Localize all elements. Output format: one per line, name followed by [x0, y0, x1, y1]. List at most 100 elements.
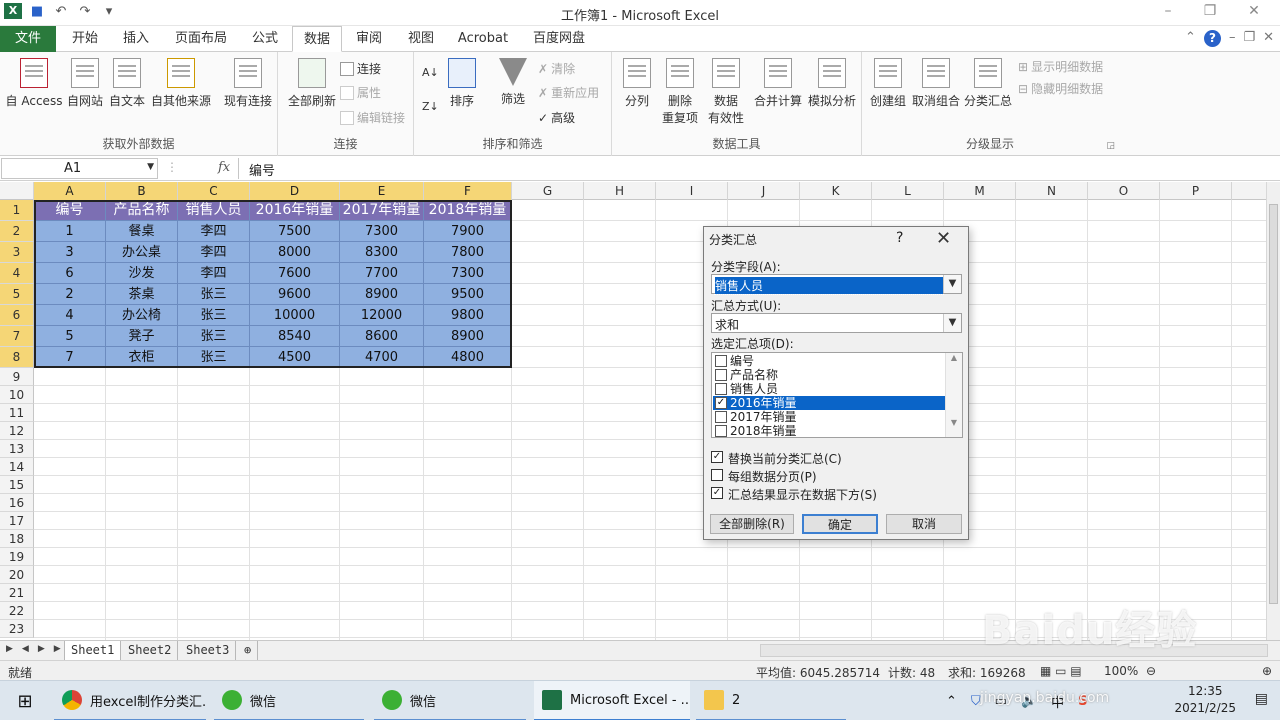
tab-acrobat[interactable]: Acrobat	[452, 26, 514, 52]
ungroup-button[interactable]: 取消组合	[910, 58, 962, 109]
workbook-close-icon[interactable]: ✕	[1263, 30, 1274, 47]
zoom-level[interactable]: 100%	[1104, 664, 1138, 678]
row-header[interactable]: 21	[0, 584, 34, 602]
last-sheet-icon[interactable]: ▶	[54, 644, 61, 654]
tab-file[interactable]: 文件	[0, 26, 56, 52]
table-cell[interactable]: 8540	[250, 326, 340, 347]
table-cell[interactable]: 张三	[178, 326, 250, 347]
close-button[interactable]: ✕	[1240, 3, 1268, 19]
column-header[interactable]: K	[800, 182, 872, 200]
subtotal-item[interactable]: 2017年销量	[713, 410, 945, 424]
insert-function-icon[interactable]: fx	[218, 160, 230, 175]
select-all-corner[interactable]	[0, 182, 34, 200]
from-other-sources-button[interactable]: 自其他来源	[148, 58, 214, 109]
zoom-in-icon[interactable]: ⊕	[1262, 664, 1272, 678]
table-cell[interactable]: 7800	[424, 242, 512, 263]
table-cell[interactable]: 8600	[340, 326, 424, 347]
table-cell[interactable]: 张三	[178, 305, 250, 326]
dialog-close-button[interactable]: ✕	[936, 228, 951, 249]
row-header[interactable]: 1	[0, 200, 34, 221]
row-header[interactable]: 12	[0, 422, 34, 440]
dialog-help-button[interactable]: ?	[896, 230, 903, 246]
row-header[interactable]: 6	[0, 305, 34, 326]
name-box[interactable]: A1 ▼	[1, 158, 158, 179]
tab-page-layout[interactable]: 页面布局	[166, 26, 236, 52]
sort-button[interactable]: 排序	[444, 58, 480, 109]
column-header[interactable]: P	[1160, 182, 1232, 200]
restore-button[interactable]: ❐	[1196, 3, 1224, 19]
chevron-down-icon[interactable]: ▼	[943, 275, 961, 293]
table-cell[interactable]: 7300	[424, 263, 512, 284]
row-header[interactable]: 14	[0, 458, 34, 476]
chevron-down-icon[interactable]: ▼	[943, 314, 961, 332]
from-web-button[interactable]: 自网站	[62, 58, 108, 109]
row-header[interactable]: 19	[0, 548, 34, 566]
tab-formulas[interactable]: 公式	[242, 26, 288, 52]
what-if-analysis-button[interactable]: 模拟分析	[804, 58, 860, 109]
row-header[interactable]: 2	[0, 221, 34, 242]
table-cell[interactable]: 7700	[340, 263, 424, 284]
subtotal-method-select[interactable]: 求和 ▼	[711, 313, 962, 333]
row-header[interactable]: 23	[0, 620, 34, 638]
next-sheet-icon[interactable]: ▶	[38, 644, 45, 654]
table-cell[interactable]: 餐桌	[106, 221, 178, 242]
table-header-cell[interactable]: 2018年销量	[424, 200, 512, 221]
row-header[interactable]: 3	[0, 242, 34, 263]
page-break-checkbox[interactable]: 每组数据分页(P)	[711, 468, 817, 485]
table-cell[interactable]: 8900	[340, 284, 424, 305]
column-header[interactable]: O	[1088, 182, 1160, 200]
column-header[interactable]: B	[106, 182, 178, 200]
table-cell[interactable]: 2	[34, 284, 106, 305]
clear-filter-button[interactable]: ✗ 清除	[538, 60, 575, 77]
formula-input[interactable]: 编号	[238, 158, 1266, 179]
tab-data[interactable]: 数据	[292, 26, 342, 52]
checkbox-icon[interactable]: ✓	[715, 397, 727, 409]
reapply-button[interactable]: ✗ 重新应用	[538, 84, 599, 101]
collapse-ribbon-icon[interactable]: ⌃	[1185, 30, 1196, 47]
row-header[interactable]: 13	[0, 440, 34, 458]
table-cell[interactable]: 李四	[178, 221, 250, 242]
subtotal-item[interactable]: ✓ 2016年销量	[713, 396, 945, 410]
subtotal-item[interactable]: 编号	[713, 354, 945, 368]
column-header[interactable]: J	[728, 182, 800, 200]
row-header[interactable]: 10	[0, 386, 34, 404]
table-cell[interactable]: 12000	[340, 305, 424, 326]
table-cell[interactable]: 7300	[340, 221, 424, 242]
subtotal-field-select[interactable]: 销售人员 ▼	[711, 274, 962, 295]
subtotal-item[interactable]: 销售人员	[713, 382, 945, 396]
table-cell[interactable]: 9500	[424, 284, 512, 305]
connections-button[interactable]: 连接	[340, 60, 381, 77]
consolidate-button[interactable]: 合并计算	[752, 58, 804, 109]
table-cell[interactable]: 7500	[250, 221, 340, 242]
new-sheet-icon[interactable]: ⊕	[238, 641, 259, 660]
table-cell[interactable]: 4800	[424, 347, 512, 368]
taskbar-wechat-1[interactable]: 微信	[214, 681, 364, 720]
checkbox-icon[interactable]	[715, 383, 727, 395]
table-cell[interactable]: 9800	[424, 305, 512, 326]
column-header[interactable]: C	[178, 182, 250, 200]
clock[interactable]: 12:35 2021/2/25	[1174, 683, 1236, 717]
hide-detail-button[interactable]: ⊟ 隐藏明细数据	[1018, 80, 1103, 97]
summary-below-checkbox[interactable]: ✓ 汇总结果显示在数据下方(S)	[711, 486, 877, 503]
show-detail-button[interactable]: ⊞ 显示明细数据	[1018, 58, 1103, 75]
table-cell[interactable]: 张三	[178, 347, 250, 368]
row-header[interactable]: 17	[0, 512, 34, 530]
table-cell[interactable]: 6	[34, 263, 106, 284]
table-cell[interactable]: 8000	[250, 242, 340, 263]
help-icon[interactable]: ?	[1203, 30, 1221, 47]
table-cell[interactable]: 3	[34, 242, 106, 263]
sheet-tab-sheet3[interactable]: Sheet3	[180, 641, 237, 660]
column-header[interactable]: E	[340, 182, 424, 200]
row-header[interactable]: 8	[0, 347, 34, 368]
scroll-thumb[interactable]	[1269, 204, 1278, 604]
taskbar-chrome[interactable]: 用excel制作分类汇...	[54, 681, 206, 720]
table-cell[interactable]: 9600	[250, 284, 340, 305]
existing-connections-button[interactable]: 现有连接	[220, 58, 276, 109]
column-header[interactable]: N	[1016, 182, 1088, 200]
zoom-out-icon[interactable]: ⊖	[1146, 664, 1156, 678]
data-validation-button[interactable]: 数据 有效性	[704, 58, 748, 126]
view-buttons[interactable]: ▦ ▭ ▤	[1040, 664, 1082, 678]
column-header[interactable]: I	[656, 182, 728, 200]
checkbox-icon[interactable]	[715, 355, 727, 367]
table-cell[interactable]: 李四	[178, 263, 250, 284]
